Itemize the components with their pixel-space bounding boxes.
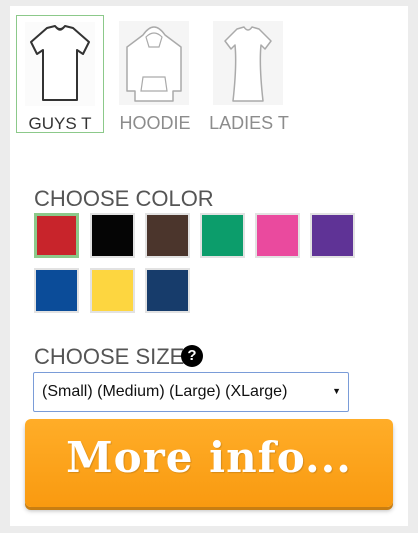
color-swatch-yellow[interactable] xyxy=(90,268,135,313)
ladies-tshirt-icon xyxy=(213,21,283,105)
color-swatch-green[interactable] xyxy=(200,213,245,258)
product-label: HOODIE xyxy=(119,113,191,133)
color-swatch-red[interactable] xyxy=(34,213,79,258)
hoodie-icon xyxy=(119,21,189,105)
choose-size-heading: CHOOSE SIZE xyxy=(34,344,185,369)
dropdown-arrow-icon: ▼ xyxy=(332,386,341,396)
size-select-value: (Small) (Medium) (Large) (XLarge) xyxy=(42,383,288,400)
color-swatch-navy[interactable] xyxy=(145,268,190,313)
product-ladies-t[interactable]: LADIES T xyxy=(205,15,293,133)
more-info-label: More info... xyxy=(66,433,352,482)
product-label: LADIES T xyxy=(209,113,289,133)
color-swatch-royal-blue[interactable] xyxy=(34,268,79,313)
product-options-panel: GUYS T HOODIE LADIES T CHOOSE COLOR CHOO… xyxy=(10,6,408,526)
choose-color-heading: CHOOSE COLOR xyxy=(34,186,214,211)
color-swatch-brown[interactable] xyxy=(145,213,190,258)
question-circle-icon[interactable]: ? xyxy=(181,345,203,367)
color-swatch-pink[interactable] xyxy=(255,213,300,258)
tshirt-icon xyxy=(25,22,95,106)
color-swatch-black[interactable] xyxy=(90,213,135,258)
product-guys-t[interactable]: GUYS T xyxy=(16,15,104,133)
product-hoodie[interactable]: HOODIE xyxy=(111,15,199,133)
more-info-button[interactable]: More info... xyxy=(25,419,393,507)
size-select[interactable]: (Small) (Medium) (Large) (XLarge) ▼ xyxy=(33,372,349,412)
color-swatch-purple[interactable] xyxy=(310,213,355,258)
product-label: GUYS T xyxy=(28,114,92,133)
